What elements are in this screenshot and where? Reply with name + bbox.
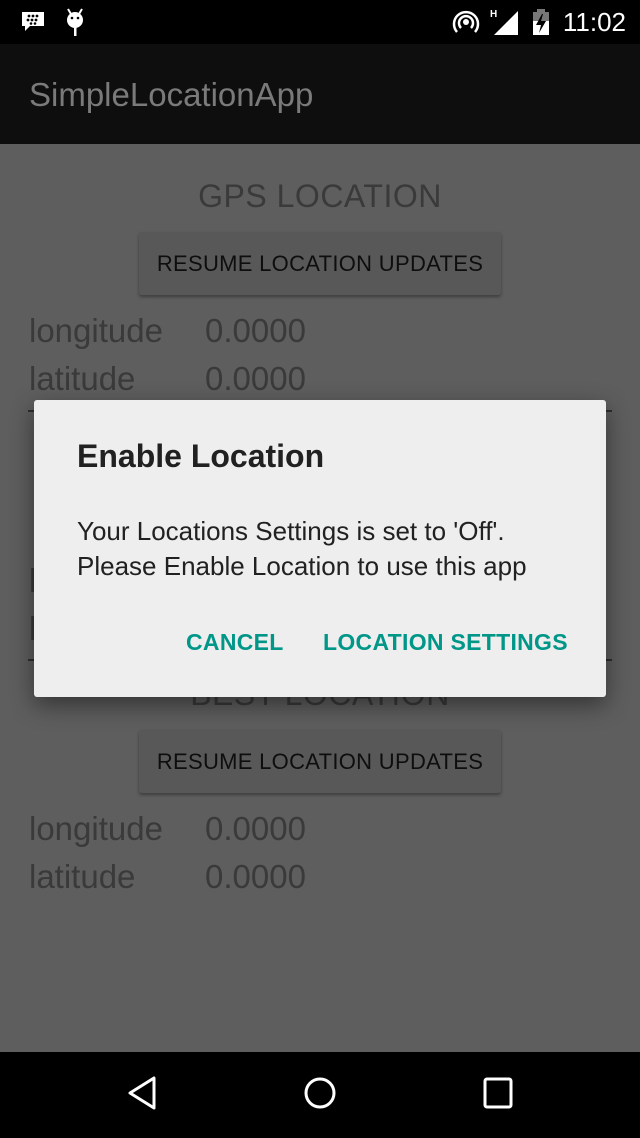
best-longitude-label: longitude <box>29 810 163 847</box>
resume-gps-updates-button[interactable]: RESUME LOCATION UPDATES <box>139 232 501 295</box>
back-icon <box>126 1075 158 1116</box>
status-time: 11:02 <box>562 7 626 37</box>
status-bar: H 11:02 <box>0 0 640 44</box>
gps-longitude-value: 0.0000 <box>205 312 306 349</box>
battery-charging-icon <box>531 0 551 44</box>
android-debug-icon <box>64 0 86 44</box>
best-latitude-label: latitude <box>29 858 136 895</box>
back-button[interactable] <box>97 1052 187 1138</box>
app-bar: SimpleLocationApp <box>0 44 640 144</box>
gps-longitude-label: longitude <box>29 312 163 349</box>
navigation-bar <box>0 1052 640 1138</box>
gps-latitude-label: latitude <box>29 360 136 397</box>
network-type-label: H <box>490 9 497 20</box>
signal-h-icon: H <box>490 0 520 44</box>
cancel-button[interactable]: CANCEL <box>186 622 284 662</box>
recents-icon <box>483 1077 513 1114</box>
section-title-gps: GPS LOCATION <box>198 178 442 214</box>
best-longitude-value: 0.0000 <box>205 810 306 847</box>
location-settings-button[interactable]: LOCATION SETTINGS <box>323 622 568 662</box>
hotspot-icon <box>452 0 480 44</box>
resume-best-updates-button[interactable]: RESUME LOCATION UPDATES <box>139 730 501 793</box>
gps-latitude-value: 0.0000 <box>205 360 306 397</box>
recents-button[interactable] <box>453 1052 543 1138</box>
home-icon <box>303 1076 337 1115</box>
home-button[interactable] <box>275 1052 365 1138</box>
app-title: SimpleLocationApp <box>29 76 314 113</box>
dialog-title: Enable Location <box>77 438 325 474</box>
enable-location-dialog: Enable Location Your Locations Settings … <box>34 400 606 697</box>
best-latitude-value: 0.0000 <box>205 858 306 895</box>
dialog-message: Your Locations Settings is set to 'Off'.… <box>77 516 527 581</box>
blackberry-messenger-icon <box>20 0 46 44</box>
